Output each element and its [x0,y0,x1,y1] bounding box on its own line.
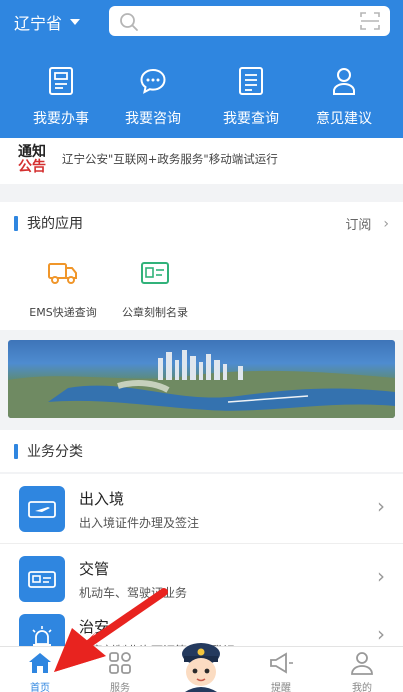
megaphone-icon [270,652,293,674]
notice-bar[interactable]: 通知 公告 辽宁公安"互联网+政务服务"移动端试运行 [0,138,403,184]
search-input[interactable] [109,6,390,36]
notice-text: 辽宁公安"互联网+政务服务"移动端试运行 [62,152,278,166]
form-icon [49,67,73,95]
province-label: 辽宁省 [14,14,63,33]
app-seal-directory[interactable]: 公章刻制名录 [110,260,200,320]
quick-action-consult[interactable]: 我要咨询 [108,64,198,128]
quick-action-affairs[interactable]: 我要办事 [16,64,106,128]
quick-action-label: 意见建议 [316,111,372,127]
person-icon [351,652,373,675]
app-label: 公章刻制名录 [122,306,188,319]
police-avatar-icon [182,643,220,692]
tab-police-assistant[interactable] [176,640,226,692]
id-card-icon [141,262,169,284]
app-label: EMS快递查询 [29,306,97,319]
chevron-right-icon: › [377,564,385,588]
tab-home[interactable]: 首页 [0,647,80,692]
notice-badge: 通知 公告 [18,144,46,175]
business-item-title: 交管 [79,560,110,578]
header: 辽宁省 我要办事 我要咨询 我要查询 意见建议 [0,0,403,138]
user-icon [333,68,355,95]
chevron-right-icon: › [383,215,389,232]
quick-action-query[interactable]: 我要查询 [206,64,296,128]
section-title: 我的应用 [14,202,83,244]
province-selector[interactable]: 辽宁省 [14,10,81,34]
business-item-exit-entry[interactable]: 出入境 出入境证件办理及签注 › [0,474,403,544]
business-item-title: 治安 [79,618,110,636]
scan-icon[interactable] [360,12,380,30]
search-icon [120,13,138,31]
section-title: 业务分类 [14,430,83,472]
app-ems-tracking[interactable]: EMS快递查询 [18,260,108,320]
business-item-subtitle: 出入境证件办理及签注 [79,516,200,530]
grid-icon [109,652,131,674]
tab-services[interactable]: 服务 [80,647,160,692]
truck-icon [48,263,77,284]
chevron-right-icon: › [377,622,385,646]
quick-action-label: 我要办事 [33,111,89,127]
home-icon [29,653,51,673]
chevron-right-icon: › [377,494,385,518]
business-section-header: 业务分类 [0,430,403,472]
plane-icon [28,501,56,518]
chat-icon [140,68,166,94]
quick-action-feedback[interactable]: 意见建议 [299,64,389,128]
business-item-subtitle: 机动车、驾驶证业务 [79,586,188,600]
quick-action-label: 我要咨询 [125,111,181,127]
tab-label: 我的 [352,683,372,692]
tab-reminders[interactable]: 提醒 [241,647,321,692]
business-item-title: 出入境 [79,490,125,508]
city-skyline-illustration [8,350,395,418]
my-apps-section: 我的应用 订阅 › EMS快递查询 公章刻制名录 [0,202,403,330]
list-icon [239,67,263,95]
tab-label: 服务 [110,683,130,692]
subscribe-link[interactable]: 订阅 › [345,214,389,234]
tab-label: 首页 [30,683,50,692]
tab-mine[interactable]: 我的 [322,647,402,692]
tab-label: 提醒 [271,683,291,692]
city-banner-image[interactable] [8,340,395,418]
chevron-down-icon [70,19,81,25]
car-icon [28,571,56,588]
quick-action-label: 我要查询 [223,111,279,127]
